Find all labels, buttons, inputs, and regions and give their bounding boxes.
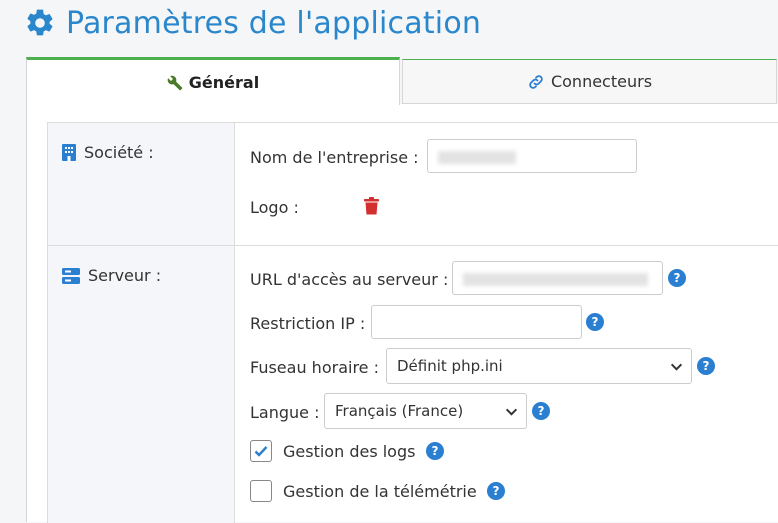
ip-input[interactable] bbox=[371, 305, 582, 339]
language-help-icon[interactable]: ? bbox=[532, 402, 550, 420]
language-label: Langue : bbox=[250, 403, 320, 422]
gear-icon bbox=[27, 9, 53, 36]
language-select[interactable]: Français (France) bbox=[324, 393, 527, 429]
wrench-icon bbox=[167, 75, 183, 90]
tab-general[interactable]: Général bbox=[26, 57, 400, 105]
settings-table: Société : Nom de l'entreprise : Logo : S… bbox=[47, 122, 778, 523]
timezone-label: Fuseau horaire : bbox=[250, 358, 379, 377]
logs-checkbox[interactable] bbox=[250, 440, 272, 462]
logs-label: Gestion des logs bbox=[283, 442, 416, 461]
serveur-header-cell: Serveur : bbox=[48, 246, 235, 523]
company-name-input[interactable] bbox=[427, 139, 637, 173]
general-panel: Société : Nom de l'entreprise : Logo : S… bbox=[26, 104, 778, 523]
ip-help-icon[interactable]: ? bbox=[586, 313, 604, 331]
url-redacted bbox=[463, 273, 648, 286]
server-icon bbox=[62, 267, 80, 284]
societe-section-label: Société : bbox=[62, 143, 154, 162]
timezone-select[interactable]: Définit php.ini bbox=[386, 348, 692, 384]
page-title: Paramètres de l'application bbox=[24, 2, 481, 44]
timezone-help-icon[interactable]: ? bbox=[697, 357, 715, 375]
company-name-label: Nom de l'entreprise : bbox=[250, 148, 419, 167]
serveur-row: Serveur : URL d'accès au serveur : ? Res… bbox=[48, 246, 778, 523]
link-icon bbox=[529, 74, 543, 89]
serveur-section-label: Serveur : bbox=[62, 266, 161, 285]
checkmark-icon bbox=[254, 446, 268, 457]
tab-general-label: Général bbox=[188, 73, 260, 92]
logo-label: Logo : bbox=[250, 198, 299, 217]
telemetry-help-icon[interactable]: ? bbox=[487, 482, 505, 500]
societe-header-cell: Société : bbox=[48, 123, 235, 245]
url-input[interactable] bbox=[452, 261, 663, 295]
building-icon bbox=[62, 144, 76, 161]
telemetry-label: Gestion de la télémétrie bbox=[283, 482, 477, 501]
url-label: URL d'accès au serveur : bbox=[250, 270, 449, 289]
chevron-down-icon bbox=[505, 408, 518, 416]
tab-connecteurs[interactable]: Connecteurs bbox=[402, 59, 777, 104]
chevron-down-icon bbox=[670, 363, 683, 371]
trash-icon[interactable] bbox=[364, 197, 379, 215]
tab-bar: Général Connecteurs bbox=[26, 57, 778, 105]
page-title-text: Paramètres de l'application bbox=[66, 5, 482, 41]
tab-connecteurs-label: Connecteurs bbox=[550, 72, 653, 91]
societe-row: Société : Nom de l'entreprise : Logo : bbox=[48, 123, 778, 246]
logs-help-icon[interactable]: ? bbox=[426, 442, 444, 460]
url-help-icon[interactable]: ? bbox=[668, 269, 686, 287]
company-name-redacted bbox=[438, 151, 516, 164]
ip-label: Restriction IP : bbox=[250, 314, 366, 333]
telemetry-checkbox[interactable] bbox=[250, 480, 272, 502]
